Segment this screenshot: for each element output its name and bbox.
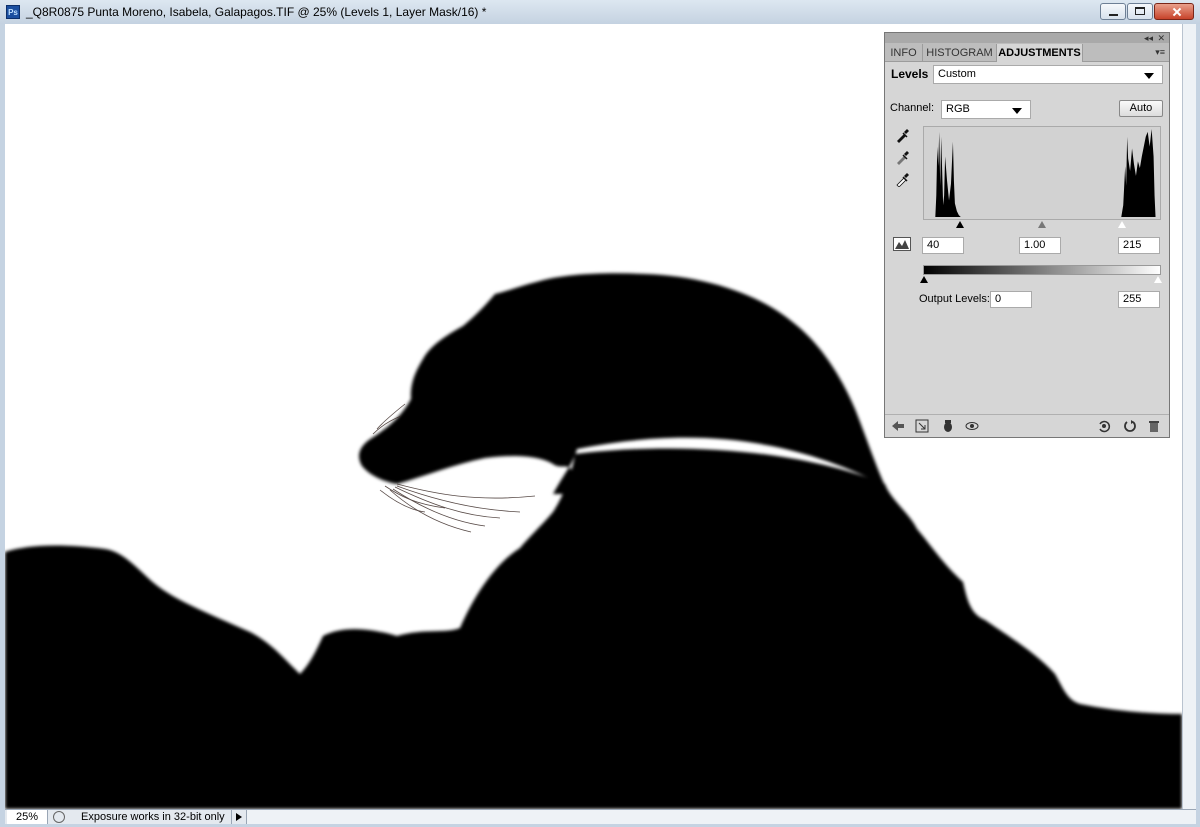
input-gamma-slider-handle[interactable] (1038, 221, 1046, 228)
input-black-field[interactable]: 40 (922, 237, 964, 254)
chevron-down-icon (1144, 73, 1154, 79)
status-message: Exposure works in 32-bit only (81, 811, 225, 823)
adjustments-panel: ◂◂ ✕ INFO HISTOGRAM ADJUSTMENTS ▾≡ Level… (884, 32, 1170, 438)
vertical-scrollbar[interactable] (1182, 24, 1196, 809)
status-info-icon[interactable] (53, 811, 65, 823)
collapse-panel-icon[interactable]: ◂◂ (1144, 33, 1153, 43)
zoom-level-field[interactable]: 25% (7, 810, 48, 824)
adjustment-type-label: Levels (891, 67, 929, 81)
input-white-field[interactable]: 215 (1118, 237, 1160, 254)
output-white-slider-handle[interactable] (1154, 276, 1162, 283)
output-white-field[interactable]: 255 (1118, 291, 1160, 308)
window-controls (1100, 3, 1194, 20)
gray-point-eyedropper-icon[interactable] (895, 149, 911, 165)
clip-to-layer-icon[interactable] (941, 419, 955, 433)
window-title: _Q8R0875 Punta Moreno, Isabela, Galapago… (26, 5, 487, 19)
output-black-slider-handle[interactable] (920, 276, 928, 283)
output-levels-slider[interactable] (920, 276, 1162, 286)
return-to-list-icon[interactable] (891, 419, 905, 433)
expanded-view-icon[interactable] (915, 419, 929, 433)
chevron-down-icon (1012, 108, 1022, 114)
panel-tabs: INFO HISTOGRAM ADJUSTMENTS ▾≡ (885, 43, 1169, 62)
panel-close-icon[interactable]: ✕ (1157, 33, 1165, 43)
reset-icon[interactable] (1123, 419, 1137, 433)
channel-label: Channel: (890, 102, 935, 114)
trash-icon[interactable] (1147, 419, 1161, 433)
levels-histogram (923, 126, 1161, 220)
input-gamma-field[interactable]: 1.00 (1019, 237, 1061, 254)
channel-dropdown[interactable]: RGB (941, 100, 1031, 119)
view-previous-state-icon[interactable] (1097, 419, 1111, 433)
tab-histogram[interactable]: HISTOGRAM (923, 44, 997, 62)
white-point-eyedropper-icon[interactable] (895, 171, 911, 187)
maximize-icon[interactable] (1127, 3, 1153, 20)
input-levels-slider[interactable] (923, 221, 1161, 231)
status-menu-arrow-icon[interactable] (231, 810, 247, 824)
document-window: Ps _Q8R0875 Punta Moreno, Isabela, Galap… (0, 0, 1200, 827)
channel-value: RGB (946, 103, 970, 115)
status-bar: 25% Exposure works in 32-bit only (5, 809, 1196, 824)
panel-header-strip[interactable]: ◂◂ ✕ (885, 33, 1169, 43)
minimize-icon[interactable] (1100, 3, 1126, 20)
horizontal-scrollbar[interactable] (247, 810, 1196, 824)
panel-footer-toolbar (885, 414, 1169, 437)
auto-button[interactable]: Auto (1119, 100, 1163, 117)
preset-dropdown[interactable]: Custom (933, 65, 1163, 84)
input-black-slider-handle[interactable] (956, 221, 964, 228)
title-bar[interactable]: Ps _Q8R0875 Punta Moreno, Isabela, Galap… (0, 0, 1200, 24)
preset-value: Custom (938, 68, 976, 80)
visibility-eye-icon[interactable] (965, 419, 979, 433)
output-levels-gradient (923, 265, 1161, 275)
clipping-warning-icon[interactable] (893, 237, 911, 251)
output-black-field[interactable]: 0 (990, 291, 1032, 308)
tab-adjustments[interactable]: ADJUSTMENTS (997, 44, 1083, 62)
output-levels-label: Output Levels: (919, 293, 990, 305)
photoshop-app-icon[interactable]: Ps (6, 5, 20, 19)
black-point-eyedropper-icon[interactable] (895, 127, 911, 143)
input-white-slider-handle[interactable] (1118, 221, 1126, 228)
panel-menu-icon[interactable]: ▾≡ (1155, 47, 1165, 58)
close-icon[interactable] (1154, 3, 1194, 20)
tab-info[interactable]: INFO (885, 44, 923, 62)
